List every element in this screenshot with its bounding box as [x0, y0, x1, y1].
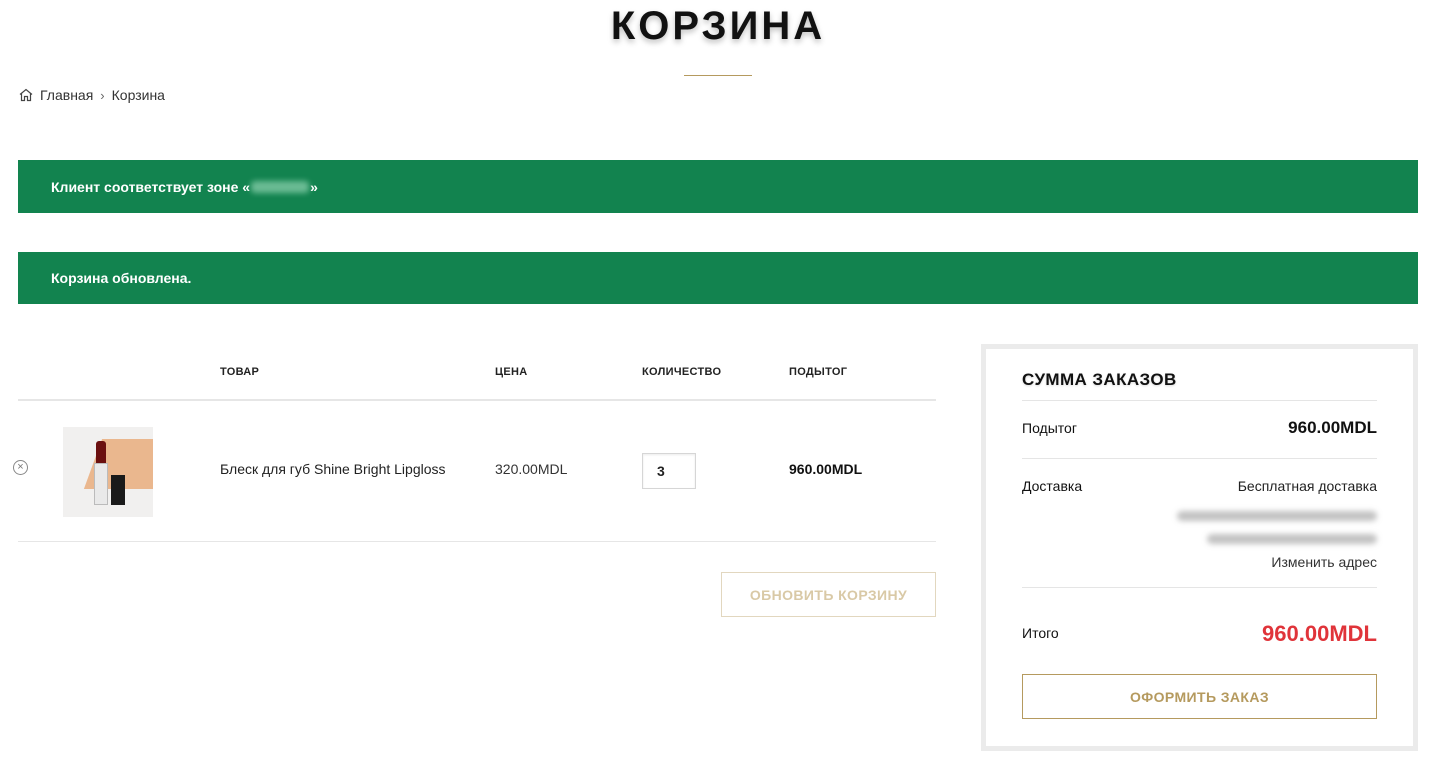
zone-notice-suffix: » — [310, 178, 318, 195]
cart-table-header: ТОВАР ЦЕНА КОЛИЧЕСТВО ПОДЫТОГ — [18, 345, 936, 401]
header-price: ЦЕНА — [495, 366, 528, 378]
divider — [1022, 400, 1377, 401]
breadcrumb: Главная › Корзина — [18, 87, 165, 103]
table-row: × Блеск для губ Shine Bright Lipgloss 32… — [13, 401, 936, 542]
change-address-link[interactable]: Изменить адрес — [1271, 554, 1377, 570]
cart-updated-text: Корзина обновлена. — [51, 270, 192, 286]
header-quantity: КОЛИЧЕСТВО — [642, 366, 722, 378]
home-icon[interactable] — [18, 87, 34, 103]
breadcrumb-separator: › — [100, 87, 105, 103]
product-price: 320.00MDL — [495, 461, 568, 477]
shipping-label: Доставка — [1022, 478, 1083, 494]
header-product: ТОВАР — [220, 366, 260, 378]
title-underline — [684, 75, 752, 76]
shipping-address-redacted — [1177, 511, 1377, 521]
remove-circle-icon[interactable]: × — [13, 460, 28, 475]
page-title: КОРЗИНА — [610, 4, 826, 48]
breadcrumb-current: Корзина — [111, 87, 165, 103]
zone-notice: Клиент соответствует зоне « » — [18, 160, 1418, 213]
product-subtotal: 960.00MDL — [789, 461, 863, 477]
subtotal-value: 960.00MDL — [1288, 418, 1377, 437]
total-label: Итого — [1022, 625, 1059, 641]
cart-updated-notice: Корзина обновлена. — [18, 252, 1418, 304]
shipping-value: Бесплатная доставка — [1237, 478, 1377, 494]
subtotal-label: Подытог — [1022, 420, 1077, 436]
divider — [1022, 587, 1377, 588]
cart-totals-panel: СУММА ЗАКАЗОВ Подытог 960.00MDL Доставка… — [981, 344, 1418, 751]
update-cart-button[interactable]: ОБНОВИТЬ КОРЗИНУ — [721, 572, 936, 617]
checkout-button[interactable]: ОФОРМИТЬ ЗАКАЗ — [1022, 674, 1377, 719]
total-value: 960.00MDL — [1262, 621, 1377, 646]
cart-page: КОРЗИНА Главная › Корзина Клиент соответ… — [0, 0, 1448, 777]
product-name-link[interactable]: Блеск для губ Shine Bright Lipgloss — [220, 461, 446, 477]
divider — [1022, 458, 1377, 459]
header-subtotal: ПОДЫТОГ — [789, 366, 848, 378]
product-thumbnail[interactable] — [63, 427, 153, 517]
breadcrumb-home-link[interactable]: Главная — [40, 87, 93, 103]
quantity-input[interactable] — [642, 453, 696, 489]
totals-title: СУММА ЗАКАЗОВ — [1022, 370, 1177, 389]
shipping-address-redacted — [1207, 534, 1377, 544]
cart-table: ТОВАР ЦЕНА КОЛИЧЕСТВО ПОДЫТОГ × Блеск дл… — [13, 345, 936, 542]
zone-name-redacted — [251, 180, 310, 193]
zone-notice-prefix: Клиент соответствует зоне « — [51, 178, 251, 195]
